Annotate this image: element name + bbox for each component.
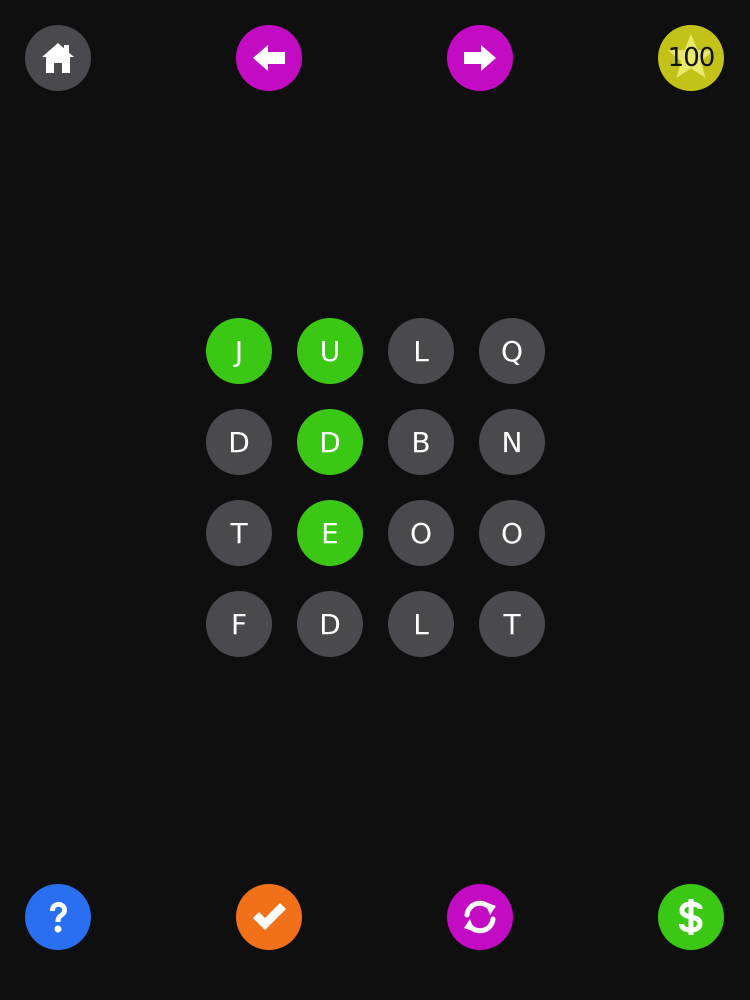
letter-tile[interactable]: T xyxy=(206,500,272,566)
arrow-right-icon xyxy=(464,45,496,71)
arrow-left-icon xyxy=(253,45,285,71)
letter-tile[interactable]: O xyxy=(479,500,545,566)
coins-badge[interactable]: 100 xyxy=(658,25,724,91)
shuffle-button[interactable] xyxy=(447,884,513,950)
letter-tile[interactable]: J xyxy=(206,318,272,384)
letter-tile[interactable]: B xyxy=(388,409,454,475)
refresh-icon xyxy=(464,900,496,934)
letter-grid: JULQDDBNTEOOFDLT xyxy=(206,318,545,657)
house-icon xyxy=(42,43,74,73)
letter-tile[interactable]: U xyxy=(297,318,363,384)
home-button[interactable] xyxy=(25,25,91,91)
letter-tile[interactable]: O xyxy=(388,500,454,566)
dollar-icon xyxy=(679,899,703,935)
letter-tile[interactable]: F xyxy=(206,591,272,657)
letter-tile[interactable]: T xyxy=(479,591,545,657)
shop-button[interactable] xyxy=(658,884,724,950)
coin-count: 100 xyxy=(667,43,716,73)
letter-tile[interactable]: D xyxy=(297,591,363,657)
letter-tile[interactable]: E xyxy=(297,500,363,566)
letter-tile[interactable]: L xyxy=(388,591,454,657)
next-level-button[interactable] xyxy=(447,25,513,91)
previous-level-button[interactable] xyxy=(236,25,302,91)
help-button[interactable] xyxy=(25,884,91,950)
letter-tile[interactable]: N xyxy=(479,409,545,475)
letter-tile[interactable]: D xyxy=(206,409,272,475)
letter-tile[interactable]: D xyxy=(297,409,363,475)
letter-tile[interactable]: Q xyxy=(479,318,545,384)
checkmark-icon xyxy=(253,903,286,930)
submit-word-button[interactable] xyxy=(236,884,302,950)
question-mark-icon xyxy=(50,902,67,933)
letter-tile[interactable]: L xyxy=(388,318,454,384)
